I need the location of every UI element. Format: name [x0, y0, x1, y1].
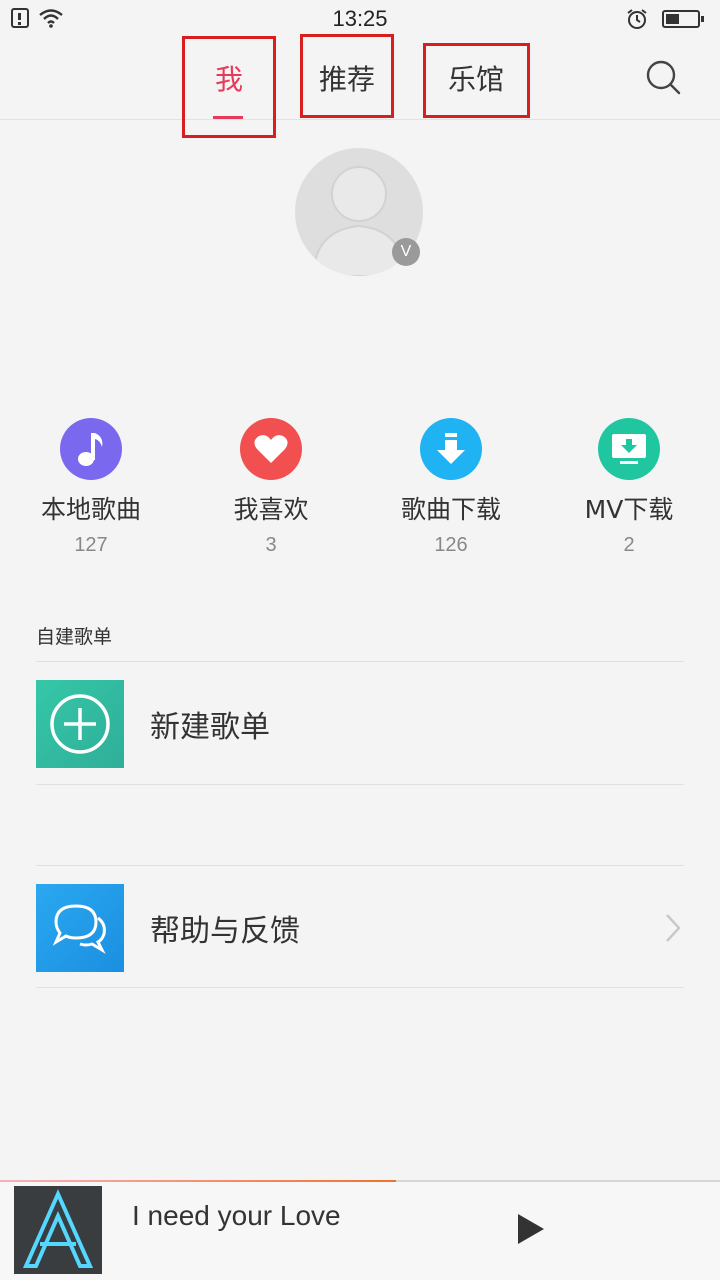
search-icon — [646, 60, 681, 95]
vip-badge: V — [392, 238, 420, 266]
music-note-icon — [60, 418, 122, 480]
annotation-box-tab-music-hall — [423, 43, 530, 118]
status-bar: 13:25 — [0, 0, 720, 36]
divider — [36, 987, 684, 988]
quick-action-label: 歌曲下载 — [400, 495, 501, 524]
quick-action-count: 3 — [265, 534, 277, 556]
quick-action-label: 本地歌曲 — [40, 495, 141, 524]
mini-player[interactable]: I need your Love — [0, 1180, 720, 1280]
download-icon — [420, 418, 482, 480]
help-feedback-row[interactable]: 帮助与反馈 — [36, 883, 684, 973]
quick-action-count: 126 — [434, 534, 468, 556]
alarm-icon — [627, 9, 647, 29]
quick-action-label: 我喜欢 — [233, 495, 309, 524]
search-button[interactable] — [644, 58, 684, 98]
chevron-right-icon — [666, 914, 681, 942]
heart-icon — [240, 418, 302, 480]
quick-action-favorites[interactable]: 我喜欢 3 — [181, 418, 361, 557]
quick-action-local-songs[interactable]: 本地歌曲 127 — [1, 418, 181, 557]
now-playing-title: I need your Love — [132, 1200, 341, 1231]
quick-action-count: 127 — [74, 534, 108, 556]
chat-bubbles-icon — [36, 884, 124, 972]
annotation-box-tab-me — [182, 36, 276, 138]
playback-progress-track[interactable] — [0, 1180, 720, 1182]
playback-progress-fill — [0, 1180, 396, 1182]
new-playlist-row[interactable]: 新建歌单 — [36, 679, 684, 769]
album-art-logo-icon — [14, 1186, 102, 1274]
battery-icon — [662, 10, 704, 28]
section-label-my-playlists: 自建歌单 — [36, 626, 113, 648]
divider — [36, 865, 684, 866]
quick-action-count: 2 — [623, 534, 635, 556]
status-time: 13:25 — [332, 6, 388, 31]
divider — [36, 784, 684, 785]
mv-download-icon — [598, 418, 660, 480]
quick-action-label: MV下载 — [584, 495, 674, 524]
quick-action-song-downloads[interactable]: 歌曲下载 126 — [361, 418, 541, 557]
plus-circle-icon — [36, 680, 124, 768]
play-icon[interactable] — [514, 1212, 548, 1246]
album-cover[interactable] — [14, 1186, 102, 1274]
new-playlist-label: 新建歌单 — [150, 710, 270, 745]
status-icons-right — [626, 8, 706, 30]
annotation-box-tab-recommend — [300, 34, 394, 118]
quick-action-mv-downloads[interactable]: MV下载 2 — [539, 418, 719, 557]
help-feedback-label: 帮助与反馈 — [150, 914, 300, 949]
divider — [36, 661, 684, 662]
